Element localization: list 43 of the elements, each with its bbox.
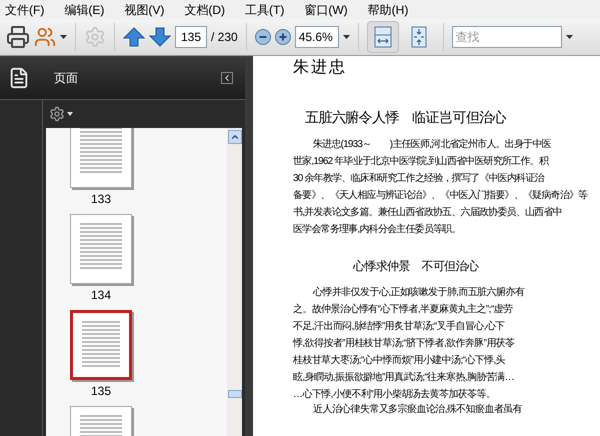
page-number-label: 135 (90, 384, 112, 398)
pages-icon (8, 66, 30, 88)
menu-item[interactable]: 视图(V) (124, 0, 164, 18)
bio-paragraph: 朱进忠(1933～ )主任医师,河北省定州市人。出身于中医 世家,1962 年毕业于北京中医学院,到山西省中医研究所工作。积 30 余年教学、临床和研究工作之经验，撰写了《中医内科证治 备要》、《天人相应与辨证论治》、《中医入门指要》、《疑病奇治》等 书,并发表论文多篇。兼任山西省政协五、六届政协委员、山西省中 医学会常务理事,内科分会主任委员等职。 (293, 138, 588, 237)
zoom-out-button[interactable] (254, 29, 271, 45)
caret-icon[interactable] (566, 35, 573, 39)
arrow-down-icon[interactable] (149, 27, 171, 47)
caret-icon[interactable] (60, 35, 67, 39)
zoom-in-button[interactable] (274, 29, 291, 45)
page-number-label: 134 (90, 288, 112, 302)
page-number-field[interactable]: 135 (175, 26, 207, 48)
author-name: 朱进忠 (293, 58, 348, 78)
page-thumbnail[interactable] (70, 214, 132, 284)
scrollbar[interactable] (227, 128, 242, 436)
menu-item[interactable]: 文件(F) (5, 0, 44, 18)
chevron-up-icon (230, 132, 240, 142)
scrollbar-thumb[interactable] (228, 390, 242, 398)
fit-width-icon (374, 26, 392, 48)
body-paragraph: 心悸并非仅发于心,正如咳嗽发于肺,而五脏六腑亦有 之。故仲景治心悸有“心下悸者,半夏麻黄丸主之”;“虚劳 不足,汗出而闷,脉结悸”用炙甘草汤;“叉手自冒心,心下 悸,欲得按者”用桂枝甘草汤;“脐下悸者,欲作奔豚”用茯苓 桂枝甘草大枣汤;“心中悸而烦”用小建中汤;“心下悸,头 眩,身瞤动,振振欲擗地”用真武汤;“往来寒热,胸胁苦满… …心下悸,小便不利”用小柴胡汤去黄芩加茯苓等。 (293, 286, 526, 402)
article-heading: 五脏六腑令人悸 临证岂可但治心 (305, 108, 508, 126)
plus-icon (278, 32, 288, 42)
zoom-field[interactable]: 45.6% (294, 26, 339, 48)
page-total-label: / 230 (211, 29, 238, 46)
body-paragraph: 近人治心律失常又多宗瘀血论治,殊不知瘀血者虽有 (312, 403, 523, 417)
menu-item[interactable]: 文档(D) (184, 0, 225, 18)
print-icon[interactable] (6, 25, 30, 49)
page-thumbnail[interactable] (70, 310, 132, 380)
page-thumbnail[interactable] (70, 128, 132, 188)
menu-item[interactable]: 编辑(E) (64, 0, 104, 18)
gear-icon[interactable] (49, 106, 65, 122)
page-number-label: 133 (90, 192, 112, 206)
search-field[interactable]: 查找 (452, 26, 562, 48)
caret-icon[interactable] (67, 112, 73, 116)
panel-title: 页面 (54, 70, 79, 86)
caret-icon[interactable] (342, 35, 350, 39)
menu-item[interactable]: 帮助(H) (368, 0, 408, 18)
menu-item[interactable]: 窗口(W) (304, 0, 348, 18)
fit-width-button[interactable] (366, 21, 399, 53)
section-heading: 心悸求仲景 不可但治心 (353, 258, 480, 274)
menu-item[interactable]: 工具(T) (245, 0, 284, 18)
fit-page-icon (410, 26, 427, 48)
arrow-up-icon[interactable] (123, 27, 145, 47)
collapse-button[interactable] (221, 72, 233, 84)
